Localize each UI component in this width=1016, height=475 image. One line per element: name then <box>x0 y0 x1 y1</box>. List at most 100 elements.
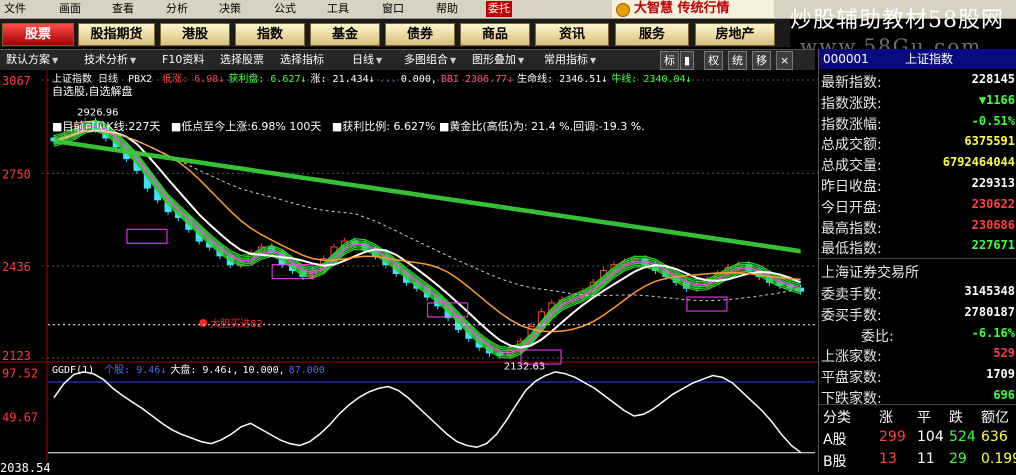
quote-row: 昨日收盘: 229313 <box>821 175 1016 196</box>
menu-item[interactable]: 分析 <box>166 1 188 17</box>
chart-toolbar: 默认方案 ▼ 技术分析 ▼ F10资料 选择股票 选择指标 日线 ▼ 多图组合 ▼ 图形叠加 ▼ 常用指标… <box>0 49 815 70</box>
menu-item[interactable]: 画面 <box>59 1 81 17</box>
table-cell: 11 <box>917 451 935 467</box>
table-cell: 524 <box>949 429 976 445</box>
profit-ratio: 获利比例: 6.627% <box>342 120 436 133</box>
tab-market[interactable]: 港股 <box>160 23 230 46</box>
quote-row: 总成交额: 6375591 <box>821 133 1016 154</box>
quote-row: 指数涨跌: ▼1166 <box>821 92 1016 113</box>
chevron-down-icon: ▼ <box>376 56 383 65</box>
square-icon: ■ <box>170 120 182 133</box>
toolbar-item[interactable]: 图形叠加 ▼ <box>472 51 524 69</box>
quote-panel: 000001 上证指数 最新指数: 228145 指数涨跌: ▼1166 指数涨幅: -0… <box>818 49 1016 472</box>
tab-market[interactable]: 股指期货 <box>78 23 155 46</box>
tab-market[interactable]: 基金 <box>310 23 380 46</box>
ma-band-line <box>53 126 801 356</box>
menu-item[interactable]: 决策 <box>219 1 241 17</box>
menu-item-trade[interactable]: 委托 <box>486 1 512 17</box>
indicator-value: ... <box>378 74 397 85</box>
toolbar-item[interactable]: 多图组合 ▼ <box>404 51 456 69</box>
menu-item[interactable]: 文件 <box>4 1 26 17</box>
table-header: 额亿 <box>981 410 1009 426</box>
ma-band-line <box>53 128 801 357</box>
indicator-value: 0.000, <box>400 74 437 85</box>
menu-item[interactable]: 帮助 <box>436 1 458 17</box>
tab-market[interactable]: 商品 <box>460 23 530 46</box>
quote-value: -6.16% <box>971 325 1015 340</box>
menu-item[interactable]: 公式 <box>274 1 296 17</box>
tab-market[interactable]: 房地产 <box>695 23 775 46</box>
quote-value: 228145 <box>971 72 1015 86</box>
quote-row: 上涨家数: 529 <box>821 345 1016 366</box>
y-tick-label: 2123 <box>2 349 31 363</box>
quote-label: 最低指数: <box>821 241 882 258</box>
table-row: A股 299 104 524 636 <box>819 429 1016 451</box>
quote-label: 昨日收盘: <box>821 179 882 195</box>
quote-row: 平盘家数: 1709 <box>821 366 1016 387</box>
table-cell: 104 <box>917 429 944 445</box>
menu-item[interactable]: 查看 <box>112 1 134 17</box>
quote-value: 696 <box>993 388 1015 402</box>
security-code: 000001 <box>823 52 869 66</box>
tab-market[interactable]: 股票 <box>2 23 74 46</box>
toolbar-icon-button[interactable]: 移 <box>752 51 771 70</box>
quote-value: 3145348 <box>964 284 1015 298</box>
toolbar-item[interactable]: 常用指标 ▼ <box>544 51 596 69</box>
indicator-value: 牛线: 2340.04↓ <box>611 74 692 85</box>
toolbar-item[interactable]: 选择指标 <box>280 51 324 68</box>
table-header: 平 <box>917 410 931 426</box>
toolbar-item-label: F10资料 <box>162 53 205 66</box>
quote-value: ▼1166 <box>978 92 1015 107</box>
toolbar-icon-button[interactable]: 标 <box>660 51 679 70</box>
market-tab-bar: 股票 股指期货 港股 指数 基金 债券 商品 资讯 服务 房地产 <box>0 19 790 47</box>
quote-row: 委比: -6.16% <box>821 325 1016 346</box>
toolbar-icon-button[interactable]: 统 <box>728 51 747 70</box>
security-code-bar[interactable]: 000001 上证指数 <box>819 49 1016 69</box>
toolbar-item-label: 选择指标 <box>280 53 324 66</box>
toolbar-icon-button[interactable]: ▮ <box>680 51 695 70</box>
quote-row: 委买手数: 2780187 <box>821 304 1016 325</box>
lower-y-tick-label: 49.67 <box>2 410 38 424</box>
menu-item[interactable]: 窗口 <box>382 1 404 17</box>
tab-market[interactable]: 指数 <box>235 23 305 46</box>
indicator-header: GGDF(1) 个股: 9.46↓ 大盘: 9.46↓, 10.000, 87.000 <box>52 361 329 376</box>
table-cell: 13 <box>879 451 897 467</box>
toolbar-item[interactable]: 日线 ▼ <box>352 51 382 69</box>
toolbar-item[interactable]: 技术分析 ▼ <box>84 51 136 69</box>
quote-value: 230622 <box>971 196 1015 211</box>
quote-value: 1709 <box>986 367 1015 382</box>
table-cell: 299 <box>879 429 906 445</box>
quote-label: 指数涨幅: <box>821 116 882 133</box>
toolbar-icon-button[interactable]: 权 <box>704 51 723 70</box>
menu-item[interactable]: 工具 <box>327 1 349 17</box>
toolbar-item[interactable]: 选择股票 <box>220 51 264 68</box>
chart-subtitle: 自选股,自选解盘 <box>52 85 133 98</box>
indicator-value: 个股: 9.46↓ <box>104 365 167 376</box>
table-cell: 29 <box>949 451 967 467</box>
quote-value: -0.51% <box>971 113 1015 128</box>
ma-band-line <box>53 130 801 359</box>
quote-label: 今日开盘: <box>821 199 882 216</box>
quote-label: 委卖手数: <box>821 287 882 303</box>
toolbar-item[interactable]: F10资料 <box>162 51 204 68</box>
tab-market[interactable]: 资讯 <box>535 23 609 46</box>
toolbar-item-label: 默认方案 <box>6 53 50 66</box>
low-label: 2132.63 <box>504 361 545 372</box>
chevron-down-icon: ▼ <box>450 56 457 65</box>
quote-row: 指数涨幅: -0.51% <box>821 113 1016 134</box>
indicator-value: 10.000, <box>242 365 285 376</box>
tab-market[interactable]: 服务 <box>615 23 689 46</box>
visible-k-count: 目前可见K线:227天 <box>62 120 161 133</box>
indicator-value: BBI 2306.77↓ <box>440 74 514 85</box>
chevron-down-icon: ▼ <box>130 56 137 65</box>
exchange-label: 上海证券交易所 <box>821 265 919 281</box>
toolbar-item-label: 多图组合 <box>404 53 448 66</box>
tab-market[interactable]: 债券 <box>385 23 455 46</box>
chevron-down-icon: ▼ <box>518 56 525 65</box>
quote-row: 总成交量: 6792464044 <box>821 154 1016 175</box>
chevron-down-icon: ▼ <box>590 56 597 65</box>
toolbar-item[interactable]: 默认方案 ▼ <box>6 51 58 69</box>
table-header: 涨 <box>879 410 893 426</box>
toolbar-icon-button[interactable]: × <box>776 51 794 70</box>
brand-banner: 大智慧 传统行情 <box>612 0 774 18</box>
